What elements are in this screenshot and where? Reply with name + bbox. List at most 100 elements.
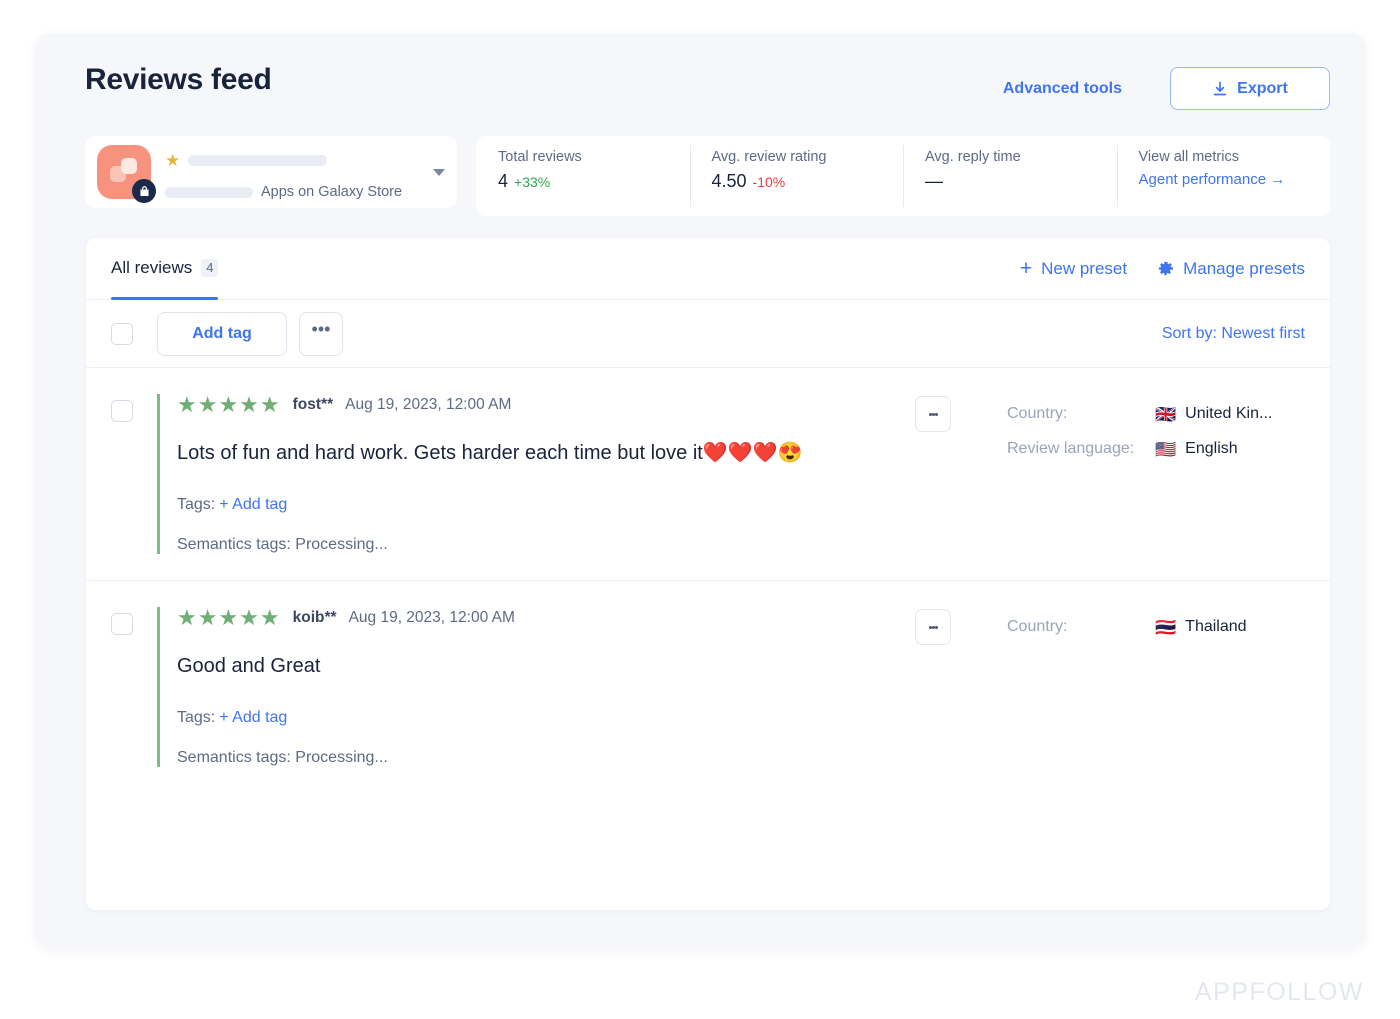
metric-value-wrap: —	[925, 171, 1117, 192]
new-preset-label: New preset	[1041, 258, 1128, 278]
new-preset-button[interactable]: + New preset	[1020, 258, 1127, 279]
meta-review-language: Review language: 🇺🇸 English	[1007, 436, 1305, 462]
semantics-value: Processing...	[295, 749, 388, 766]
review-header: ★★★★★ koib** Aug 19, 2023, 12:00 AM	[177, 607, 915, 629]
tab-label: All reviews	[111, 257, 193, 277]
preset-actions: + New preset Manage presets	[1020, 258, 1305, 279]
metric-total-reviews: Total reviews 4 +33%	[476, 136, 690, 216]
metric-delta: -10%	[752, 174, 786, 190]
meta-country: Country: 🇹🇭 Thailand	[1007, 614, 1305, 640]
agent-performance-link[interactable]: Agent performance →	[1139, 171, 1331, 188]
meta-key: Country:	[1007, 618, 1068, 635]
meta-value: Thailand	[1185, 618, 1247, 635]
tab-count-badge: 4	[201, 258, 219, 277]
page-root: Reviews feed Advanced tools Export ★ App…	[0, 0, 1400, 1019]
store-bag-icon	[132, 179, 156, 203]
app-icon-wrapper	[97, 145, 156, 203]
chevron-down-icon[interactable]	[433, 168, 445, 176]
app-selector-row-2: Apps on Galaxy Store	[165, 182, 425, 202]
review-meta: Country: 🇬🇧 United Kin... Review languag…	[1007, 396, 1305, 554]
review-side-panel: Country: 🇬🇧 United Kin... Review languag…	[915, 394, 1305, 554]
metric-label: Avg. review rating	[711, 149, 827, 165]
metric-label: Avg. reply time	[925, 149, 1021, 165]
app-icon-shape-2	[121, 158, 137, 174]
manage-presets-label: Manage presets	[1183, 258, 1305, 278]
semantics-label: Semantics tags:	[177, 749, 291, 766]
app-selector-text: ★ Apps on Galaxy Store	[165, 150, 425, 200]
review-body: ★★★★★ koib** Aug 19, 2023, 12:00 AM Good…	[157, 607, 915, 767]
metric-value: 4.50	[711, 171, 747, 191]
add-tag-link[interactable]: + Add tag	[219, 496, 287, 513]
kebab-dot	[934, 625, 938, 629]
review-more-menu-button[interactable]	[915, 609, 951, 645]
review-tags-row: Tags: + Add tag	[177, 496, 915, 514]
add-tag-link[interactable]: + Add tag	[219, 709, 287, 726]
advanced-tools-link[interactable]: Advanced tools	[1003, 80, 1122, 98]
meta-value-wrap: 🇺🇸 English	[1155, 440, 1238, 458]
bulk-more-button[interactable]: •••	[299, 311, 343, 356]
review-more-menu-button[interactable]	[915, 396, 951, 432]
table-row: ★★★★★ fost** Aug 19, 2023, 12:00 AM Lots…	[86, 368, 1330, 580]
review-checkbox-wrap	[111, 613, 133, 767]
meta-country: Country: 🇬🇧 United Kin...	[1007, 401, 1305, 427]
plus-icon: +	[1019, 257, 1033, 280]
semantics-value: Processing...	[295, 536, 388, 553]
metric-label: Total reviews	[498, 149, 582, 165]
page-title: Reviews feed	[85, 63, 272, 96]
manage-presets-button[interactable]: Manage presets	[1157, 259, 1305, 279]
metric-value: 4	[498, 171, 509, 191]
store-name-label: Apps on Galaxy Store	[261, 184, 403, 200]
tabs-row: All reviews 4 + New preset Manage preset…	[86, 238, 1330, 300]
app-meta-placeholder	[165, 186, 253, 198]
meta-value: English	[1185, 440, 1238, 457]
gear-icon	[1158, 261, 1174, 276]
review-checkbox[interactable]	[111, 400, 133, 422]
flag-icon: 🇹🇭	[1155, 617, 1177, 637]
header-actions: Advanced tools Export	[1003, 67, 1330, 110]
app-name-placeholder	[188, 154, 328, 166]
review-side-panel: Country: 🇹🇭 Thailand	[915, 607, 1305, 767]
review-author: koib**	[292, 609, 337, 626]
metric-avg-reply-time: Avg. reply time —	[903, 136, 1117, 216]
flag-icon: 🇬🇧	[1155, 404, 1177, 424]
sort-by-dropdown[interactable]: Sort by: Newest first	[1162, 325, 1305, 343]
review-meta: Country: 🇹🇭 Thailand	[1007, 609, 1305, 767]
meta-value-wrap: 🇬🇧 United Kin...	[1155, 405, 1272, 423]
semantics-label: Semantics tags:	[177, 536, 291, 553]
page-header: Reviews feed Advanced tools Export	[85, 61, 1330, 121]
rating-stars: ★★★★★	[177, 392, 281, 417]
bulk-action-toolbar: Add tag ••• Sort by: Newest first	[86, 300, 1330, 368]
favorite-star-icon: ★	[165, 150, 181, 170]
select-all-checkbox[interactable]	[111, 322, 133, 345]
appfollow-watermark: APPFOLLOW	[1194, 978, 1364, 1006]
review-semantics-row: Semantics tags: Processing...	[177, 536, 915, 554]
tab-all-reviews[interactable]: All reviews 4	[111, 238, 219, 300]
metrics-bar: Total reviews 4 +33% Avg. review rating …	[476, 136, 1330, 216]
metric-avg-review-rating: Avg. review rating 4.50 -10%	[689, 136, 904, 216]
kebab-dot	[934, 412, 938, 416]
review-tags-row: Tags: + Add tag	[177, 709, 915, 727]
app-selector-row-1: ★	[165, 150, 425, 170]
flag-icon: 🇺🇸	[1155, 439, 1177, 459]
metric-delta: +33%	[514, 174, 551, 190]
review-date: Aug 19, 2023, 12:00 AM	[348, 609, 515, 626]
review-header: ★★★★★ fost** Aug 19, 2023, 12:00 AM	[177, 394, 915, 416]
export-button-label: Export	[1237, 79, 1288, 97]
metric-value-wrap: 4 +33%	[498, 171, 690, 192]
metric-view-all: View all metrics Agent performance →	[1116, 136, 1331, 216]
reviews-card: All reviews 4 + New preset Manage preset…	[86, 238, 1330, 910]
review-semantics-row: Semantics tags: Processing...	[177, 749, 915, 767]
tags-label: Tags:	[177, 709, 216, 726]
meta-key: Country:	[1007, 405, 1068, 422]
metric-value: —	[925, 171, 943, 191]
table-row: ★★★★★ koib** Aug 19, 2023, 12:00 AM Good…	[86, 580, 1330, 793]
review-date: Aug 19, 2023, 12:00 AM	[345, 396, 512, 413]
meta-value-wrap: 🇹🇭 Thailand	[1155, 618, 1247, 636]
download-icon	[1213, 81, 1227, 95]
meta-key: Review language:	[1007, 440, 1135, 457]
app-selector[interactable]: ★ Apps on Galaxy Store	[85, 136, 457, 208]
bulk-add-tag-button[interactable]: Add tag	[157, 311, 287, 356]
review-author: fost**	[292, 396, 334, 413]
review-checkbox[interactable]	[111, 613, 133, 635]
export-button[interactable]: Export	[1170, 67, 1330, 110]
